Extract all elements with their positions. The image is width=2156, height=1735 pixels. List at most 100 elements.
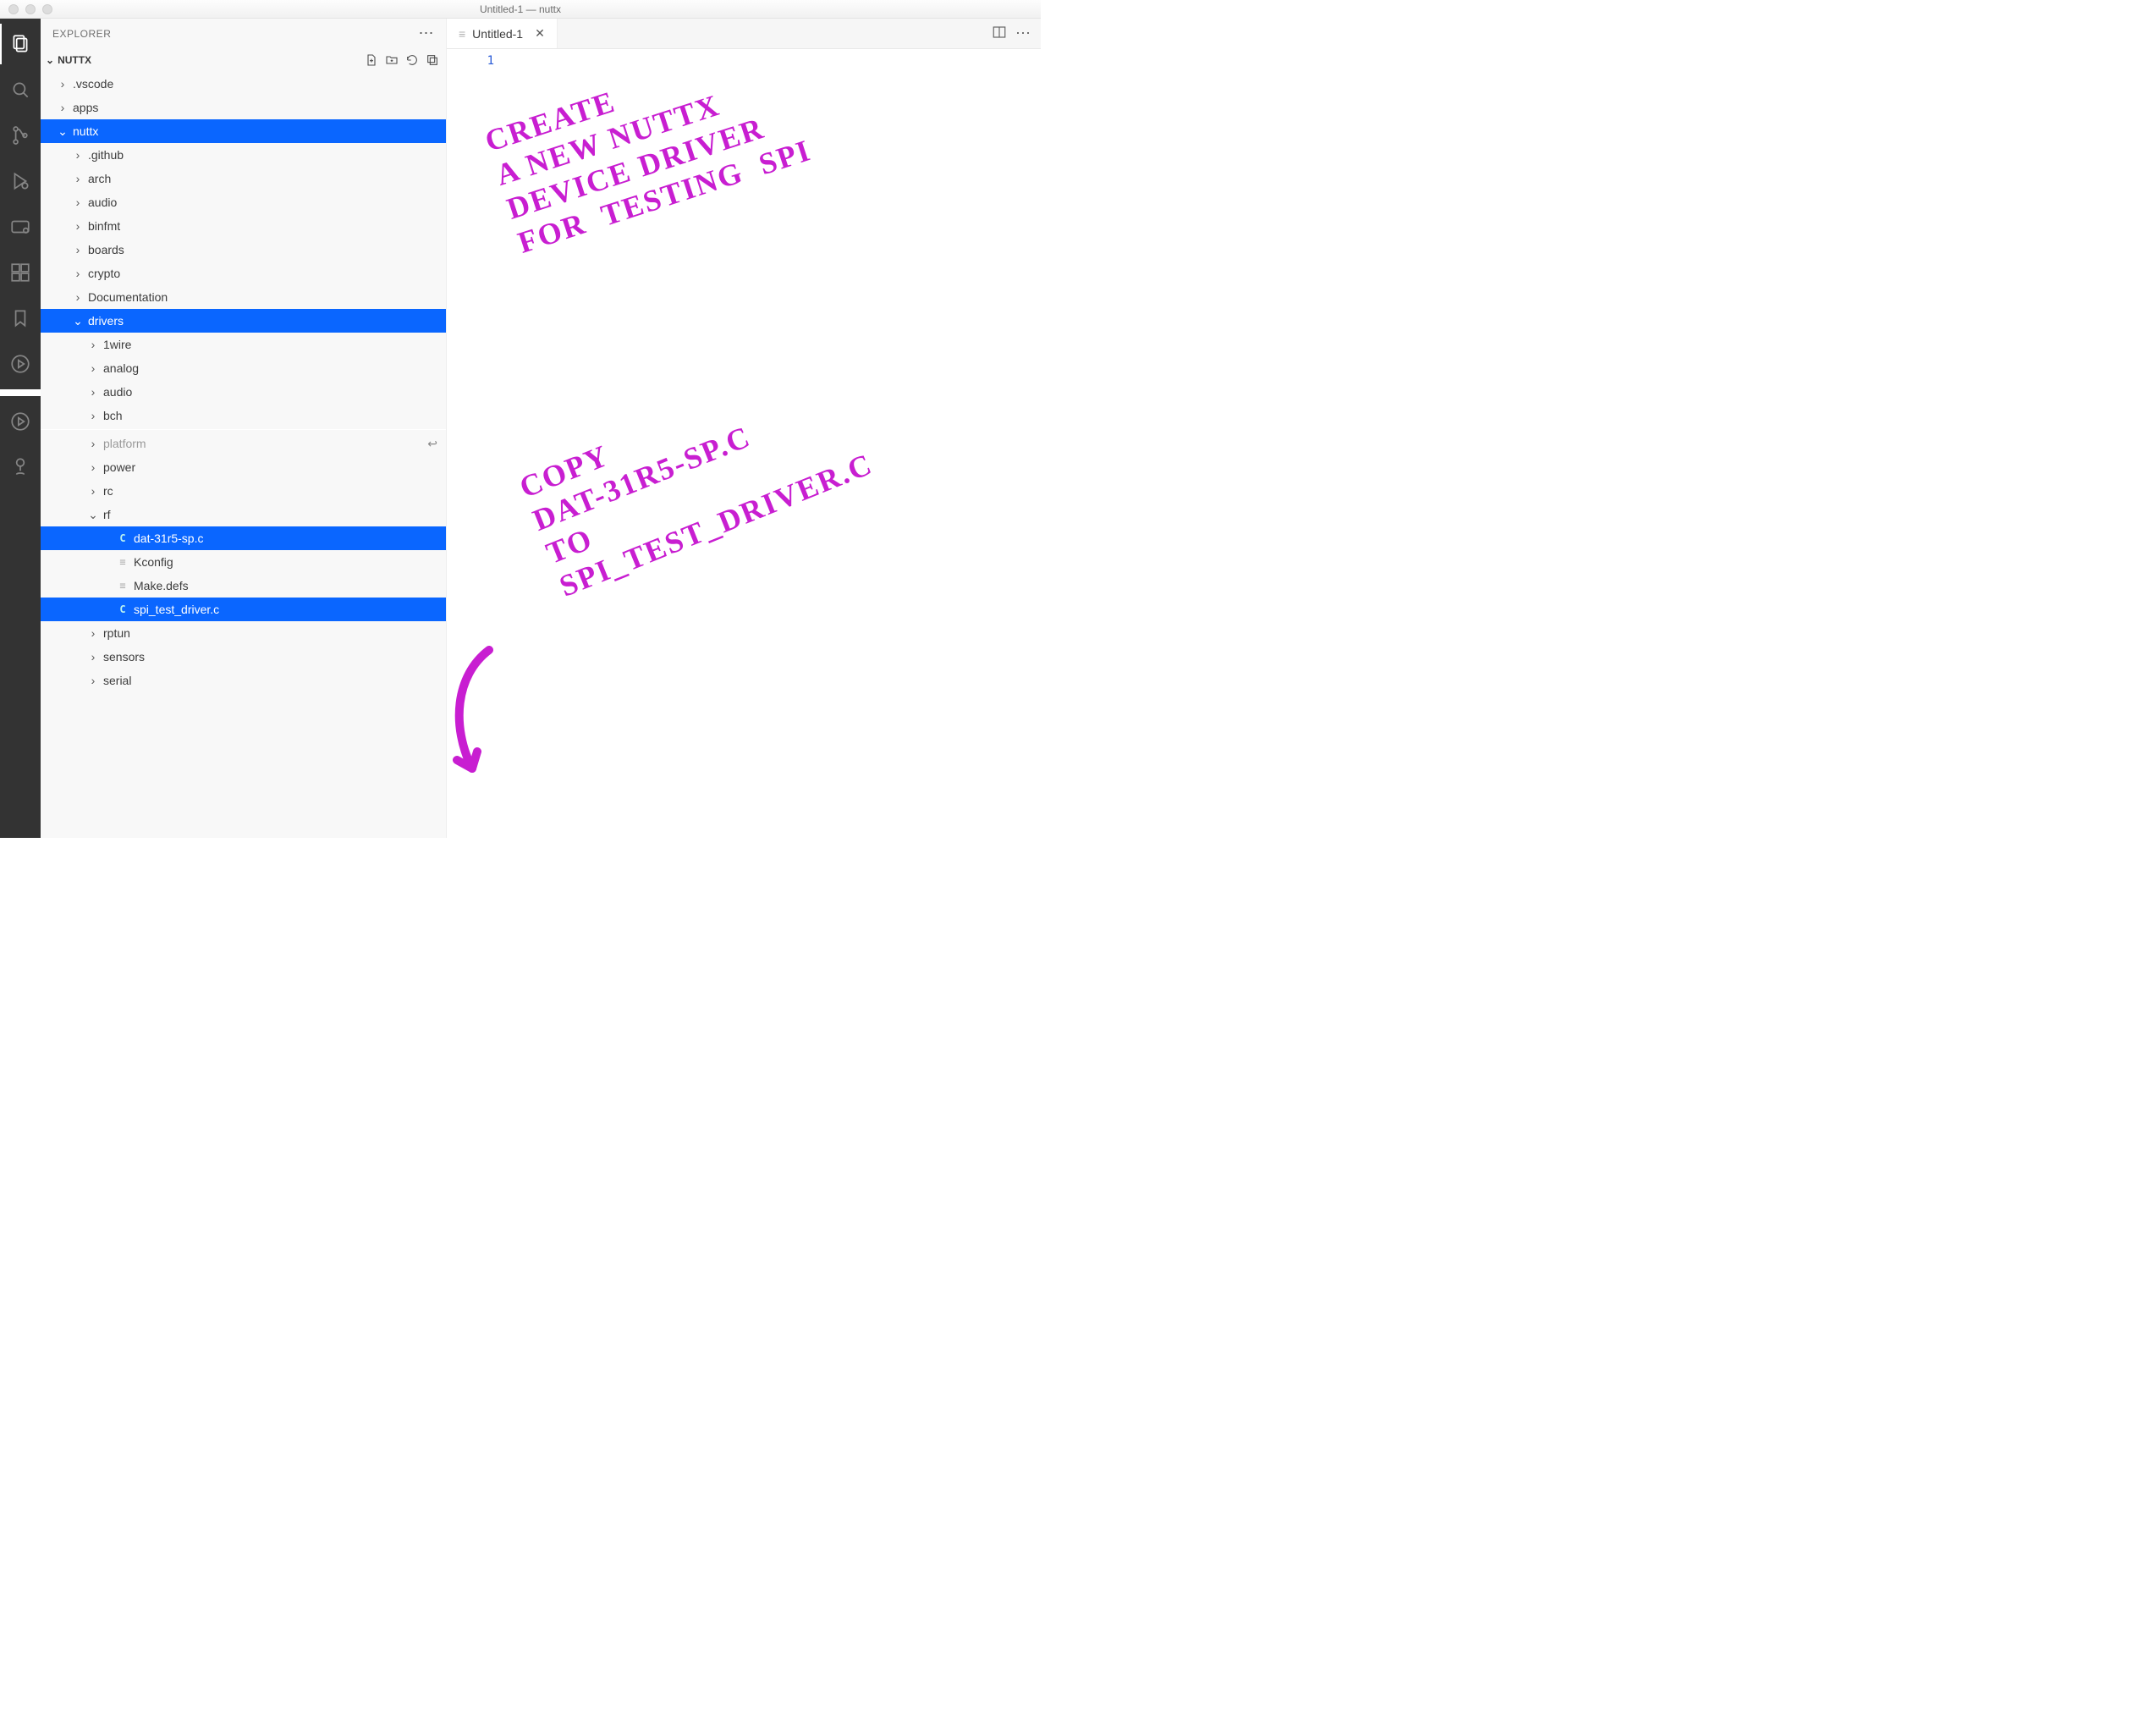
chevron-right-icon: › — [86, 338, 100, 351]
tree-folder[interactable]: ›arch — [41, 167, 446, 190]
reply-arrow-icon: ↩ — [427, 437, 437, 451]
tree-folder[interactable]: ⌄nuttx — [41, 119, 446, 143]
activity-bar — [0, 19, 41, 838]
tree-item-label: audio — [88, 196, 117, 209]
tree-folder[interactable]: ›apps — [41, 96, 446, 119]
tree-file[interactable]: ≡Make.defs — [41, 574, 446, 598]
explorer-sidebar: EXPLORER ⋯ ⌄ NUTTX ›.vscode›apps⌄nuttx›.… — [41, 19, 447, 838]
tree-file[interactable]: Cdat-31r5-sp.c — [41, 526, 446, 550]
folder-section-header[interactable]: ⌄ NUTTX — [41, 48, 446, 72]
tree-folder[interactable]: ›sensors — [41, 645, 446, 669]
annotation-arrow-icon — [438, 642, 506, 785]
tree-item-label: Make.defs — [134, 579, 189, 592]
explorer-title: EXPLORER — [52, 28, 111, 40]
text-file-icon: ≡ — [459, 27, 465, 41]
chevron-right-icon: › — [86, 674, 100, 687]
tree-item-label: 1wire — [103, 338, 131, 351]
zoom-window-icon[interactable] — [42, 4, 52, 14]
tree-item-label: rc — [103, 484, 113, 498]
source-control-icon[interactable] — [0, 115, 41, 156]
chevron-down-icon: ⌄ — [71, 314, 85, 328]
c-file-icon: C — [115, 603, 130, 615]
tree-folder[interactable]: › .vscode — [41, 72, 446, 96]
tree-folder[interactable]: ⌄drivers — [41, 309, 446, 333]
run-debug-icon[interactable] — [0, 161, 41, 201]
tree-item-label: apps — [73, 101, 98, 114]
chevron-right-icon: › — [71, 148, 85, 162]
explorer-header: EXPLORER ⋯ — [41, 19, 446, 48]
tree-folder[interactable]: ›platform↩ — [41, 432, 446, 455]
editor-more-icon[interactable]: ⋯ — [1015, 25, 1031, 42]
tree-folder[interactable]: ›crypto — [41, 262, 446, 285]
code-area[interactable] — [506, 49, 1041, 838]
tree-item-label: Documentation — [88, 290, 168, 304]
tree-folder[interactable]: ›bch — [41, 404, 446, 427]
editor-body[interactable]: 1 CREATE A NEW NUTTX DEVICE DRIVER FOR T… — [447, 49, 1041, 838]
tree-item-label: spi_test_driver.c — [134, 603, 219, 616]
chevron-right-icon: › — [86, 437, 100, 450]
tree-folder[interactable]: ›audio — [41, 190, 446, 214]
remote-icon[interactable] — [0, 207, 41, 247]
tab-untitled[interactable]: ≡ Untitled-1 ✕ — [447, 19, 558, 48]
search-icon[interactable] — [0, 69, 41, 110]
play-circle-icon[interactable] — [0, 401, 41, 442]
tree-item-label: arch — [88, 172, 111, 185]
chevron-right-icon: › — [86, 361, 100, 375]
tree-folder[interactable]: ›rc — [41, 479, 446, 503]
tree-folder[interactable]: ›audio — [41, 380, 446, 404]
app-frame: EXPLORER ⋯ ⌄ NUTTX ›.vscode›apps⌄nuttx›.… — [0, 19, 1041, 838]
tree-folder[interactable]: ⌄rf — [41, 503, 446, 526]
chevron-right-icon: › — [71, 196, 85, 209]
tree-file[interactable]: ≡ Kconfig — [41, 550, 446, 574]
chevron-right-icon: › — [86, 460, 100, 474]
text-file-icon: ≡ — [115, 556, 130, 568]
tree-folder[interactable]: ›serial — [41, 669, 446, 692]
close-tab-icon[interactable]: ✕ — [535, 26, 545, 41]
tree-folder[interactable]: ›boards — [41, 238, 446, 262]
split-editor-icon[interactable] — [992, 25, 1007, 42]
tree-folder[interactable]: ›power — [41, 455, 446, 479]
extensions-icon[interactable] — [0, 252, 41, 293]
tree-item-label: drivers — [88, 314, 124, 328]
tree-folder[interactable]: ›rptun — [41, 621, 446, 645]
titlebar: Untitled-1 — nuttx — [0, 0, 1041, 19]
tree-file[interactable]: Cspi_test_driver.c — [41, 598, 446, 621]
tree-icon[interactable] — [0, 447, 41, 487]
tree-item-label: .vscode — [73, 77, 113, 91]
tree-item-label: rptun — [103, 626, 130, 640]
tree-item-label: bch — [103, 409, 123, 422]
window-controls — [0, 4, 52, 14]
explorer-icon[interactable] — [0, 24, 41, 64]
line-number: 1 — [447, 54, 494, 68]
new-folder-icon[interactable] — [383, 52, 400, 69]
minimize-window-icon[interactable] — [25, 4, 36, 14]
tree-item-label: .github — [88, 148, 124, 162]
new-file-icon[interactable] — [363, 52, 380, 69]
collapse-all-icon[interactable] — [424, 52, 441, 69]
explorer-more-icon[interactable]: ⋯ — [419, 25, 435, 42]
chevron-right-icon: › — [86, 484, 100, 498]
tree-folder[interactable]: ›1wire — [41, 333, 446, 356]
tree-item-label: crypto — [88, 267, 120, 280]
tree-folder[interactable]: ›Documentation — [41, 285, 446, 309]
chevron-down-icon: ⌄ — [46, 54, 54, 66]
chevron-right-icon: › — [86, 626, 100, 640]
editor-tabbar: ≡ Untitled-1 ✕ ⋯ — [447, 19, 1041, 49]
tree-item-label: binfmt — [88, 219, 120, 233]
tree-folder[interactable]: ›.github — [41, 143, 446, 167]
close-window-icon[interactable] — [8, 4, 19, 14]
bookmark-icon[interactable] — [0, 298, 41, 339]
tree-folder[interactable]: ›binfmt — [41, 214, 446, 238]
chevron-right-icon: › — [86, 409, 100, 422]
chevron-right-icon: › — [56, 77, 69, 91]
tree-item-label: power — [103, 460, 135, 474]
refresh-icon[interactable] — [404, 52, 421, 69]
tree-item-label: Kconfig — [134, 555, 173, 569]
file-tree[interactable]: ›.vscode›apps⌄nuttx›.github›arch›audio›b… — [41, 72, 446, 838]
tree-folder[interactable]: ›analog — [41, 356, 446, 380]
tree-item-label: nuttx — [73, 124, 98, 138]
tree-item-label: audio — [103, 385, 132, 399]
play-circle-icon[interactable] — [0, 344, 41, 384]
tree-scroll-split — [41, 429, 446, 430]
chevron-right-icon: › — [71, 290, 85, 304]
